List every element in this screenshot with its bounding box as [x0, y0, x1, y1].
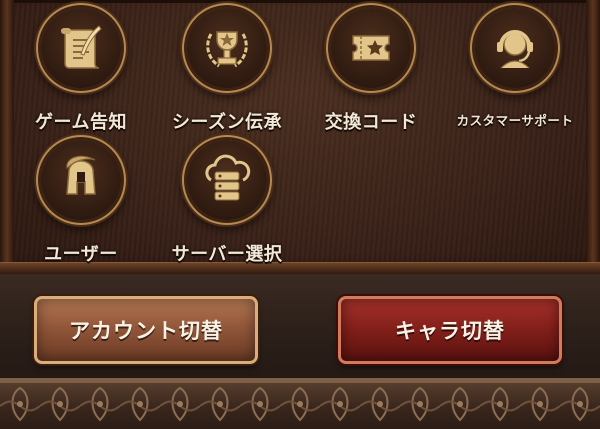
customer-support-medal [475, 8, 555, 88]
game-notice-label: ゲーム告知 [35, 112, 127, 133]
customer-support-label: カスタマーサポート [456, 113, 574, 128]
trophy-laurel-icon [206, 31, 248, 68]
menu-item-season-legacy[interactable]: シーズン伝承 [152, 8, 302, 134]
spartan-helmet-icon [66, 155, 96, 195]
settings-menu-screen: ゲーム告知 シーズン伝承 交換コード カスタマーサポート ユーザー サーバー選択… [0, 0, 600, 429]
scroll-quill-icon [60, 25, 102, 69]
redeem-code-label: 交換コード [324, 112, 418, 133]
headset-agent-icon [497, 30, 533, 69]
menu-item-user[interactable]: ユーザー [6, 140, 156, 266]
server-select-medal [187, 140, 267, 220]
menu-item-customer-support[interactable]: カスタマーサポート [440, 8, 590, 129]
character-switch-button[interactable]: キャラ切替 [338, 296, 562, 364]
ticket-star-icon [352, 35, 390, 61]
game-notice-medal [41, 8, 121, 88]
user-medal [41, 140, 121, 220]
menu-item-game-notice[interactable]: ゲーム告知 [6, 8, 156, 134]
user-label: ユーザー [44, 244, 118, 265]
menu-item-redeem-code[interactable]: 交換コード [296, 8, 446, 134]
redeem-code-medal [331, 8, 411, 88]
account-switch-button[interactable]: アカウント切替 [34, 296, 258, 364]
cloud-server-icon [205, 154, 251, 201]
season-legacy-label: シーズン伝承 [171, 112, 283, 133]
ornamental-border [0, 378, 600, 429]
season-legacy-medal [187, 8, 267, 88]
menu-item-server-select[interactable]: サーバー選択 [152, 140, 302, 266]
server-select-label: サーバー選択 [171, 244, 283, 265]
